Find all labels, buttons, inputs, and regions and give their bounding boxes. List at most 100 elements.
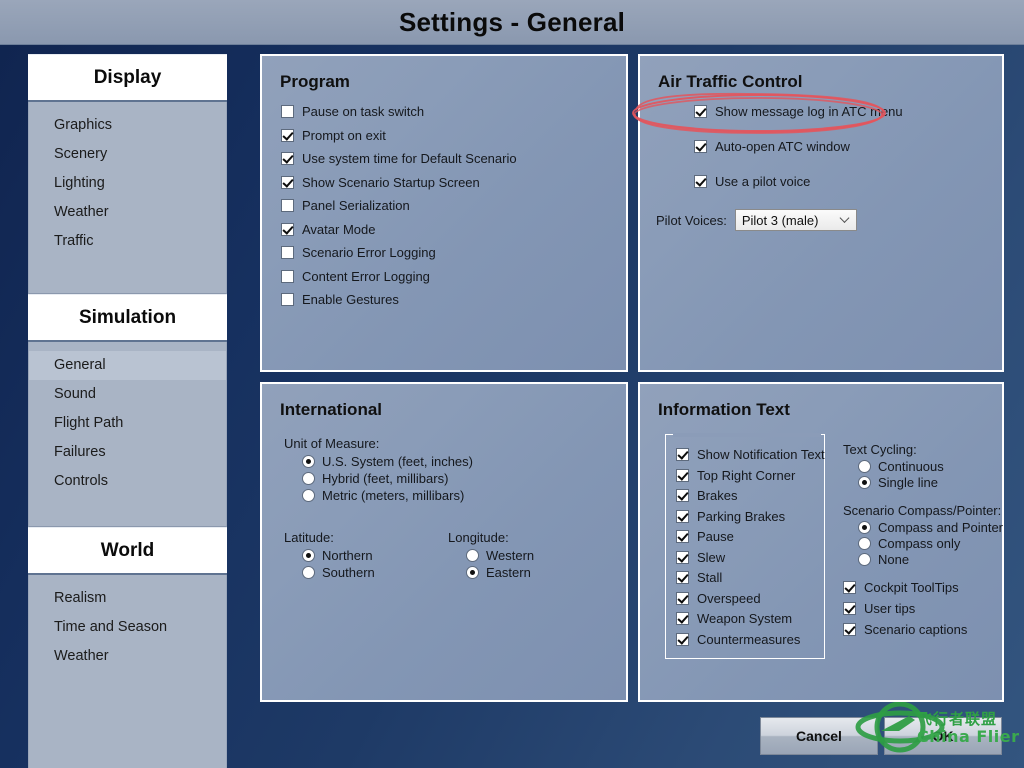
checkbox-icon[interactable] [694, 140, 707, 153]
sidebar-item-flight-path[interactable]: Flight Path [29, 409, 226, 438]
checkbox-icon[interactable] [676, 550, 689, 564]
compass-row[interactable]: Compass and Pointer [858, 520, 1003, 535]
sidebar-item-traffic[interactable]: Traffic [29, 227, 226, 256]
nav-header-simulation[interactable]: Simulation [28, 294, 227, 342]
sidebar-item-graphics[interactable]: Graphics [29, 111, 226, 140]
atc-checkbox-row[interactable]: Use a pilot voice [694, 174, 1002, 189]
unit-of-measure-row[interactable]: Hybrid (feet, millibars) [302, 471, 626, 486]
checkbox-icon[interactable] [281, 293, 294, 306]
checkbox-icon[interactable] [676, 489, 689, 502]
sidebar-item-sound[interactable]: Sound [29, 380, 226, 409]
nav-group-simulation: Simulation General Sound Flight Path Failure… [28, 294, 227, 527]
checkbox-icon[interactable] [676, 632, 689, 646]
sidebar-item-general[interactable]: General [29, 351, 226, 380]
program-checkbox-row[interactable]: Avatar Mode [281, 222, 626, 237]
compass-row[interactable]: Compass only [858, 536, 1003, 551]
radio-icon[interactable] [858, 537, 871, 550]
checkbox-icon[interactable] [281, 246, 294, 259]
checkbox-icon[interactable] [843, 623, 856, 636]
sidebar-item-controls[interactable]: Controls [29, 467, 226, 496]
notification-checkbox-row[interactable]: Top Right Corner [676, 468, 808, 483]
compass-row[interactable]: None [858, 552, 1003, 567]
longitude-row[interactable]: Eastern [466, 565, 612, 580]
radio-icon[interactable] [858, 460, 871, 473]
program-checkbox-row[interactable]: Prompt on exit [281, 128, 626, 143]
nav-header-world[interactable]: World [28, 527, 227, 575]
notification-checkbox-row[interactable]: Slew [676, 550, 808, 565]
checkbox-icon[interactable] [281, 222, 294, 236]
atc-checkbox-row[interactable]: Show message log in ATC menu [694, 104, 1002, 119]
checkbox-icon[interactable] [694, 105, 707, 118]
longitude-column: Longitude: Western Eastern [448, 530, 612, 582]
notification-checkbox-label: Countermeasures [697, 631, 801, 647]
checkbox-icon[interactable] [676, 571, 689, 584]
info-extra-checkbox-label: Scenario captions [864, 622, 968, 637]
program-checkbox-row[interactable]: Panel Serialization [281, 198, 626, 213]
checkbox-icon[interactable] [281, 105, 294, 118]
info-extra-checkbox-row[interactable]: User tips [843, 601, 1003, 616]
pilot-voices-select[interactable]: Pilot 3 (male) [734, 209, 857, 231]
program-checkbox-row[interactable]: Use system time for Default Scenario [281, 151, 626, 166]
checkbox-icon[interactable] [281, 199, 294, 212]
radio-icon[interactable] [302, 566, 315, 579]
sidebar-item-failures[interactable]: Failures [29, 438, 226, 467]
notification-checkbox-row[interactable]: Pause [676, 529, 808, 544]
program-checkbox-row[interactable]: Show Scenario Startup Screen [281, 175, 626, 190]
atc-checkbox-row[interactable]: Auto-open ATC window [694, 139, 1002, 154]
checkbox-icon[interactable] [676, 591, 689, 605]
notification-checkbox-row[interactable]: Countermeasures [676, 632, 808, 647]
checkbox-icon[interactable] [281, 128, 294, 142]
sidebar-item-time-and-season[interactable]: Time and Season [29, 613, 226, 642]
radio-icon[interactable] [858, 553, 871, 566]
notification-checkbox-label: Parking Brakes [697, 508, 786, 524]
sidebar-item-weather[interactable]: Weather [29, 642, 226, 671]
program-checkbox-row[interactable]: Content Error Logging [281, 269, 626, 284]
radio-icon[interactable] [302, 549, 315, 562]
checkbox-icon[interactable] [676, 468, 689, 482]
radio-icon[interactable] [466, 566, 479, 579]
checkbox-icon[interactable] [676, 448, 689, 461]
notification-checkbox-row[interactable]: Overspeed [676, 591, 808, 606]
longitude-row[interactable]: Western [466, 548, 612, 563]
checkbox-icon[interactable] [843, 581, 856, 594]
checkbox-icon[interactable] [281, 152, 294, 165]
nav-header-display[interactable]: Display [28, 54, 227, 102]
sidebar-item-realism[interactable]: Realism [29, 584, 226, 613]
unit-of-measure-row[interactable]: Metric (meters, millibars) [302, 488, 626, 503]
notification-checkbox-row[interactable]: Brakes [676, 488, 808, 503]
sidebar-item-lighting[interactable]: Lighting [29, 169, 226, 198]
radio-icon[interactable] [302, 472, 315, 485]
checkbox-icon[interactable] [694, 175, 707, 188]
radio-icon[interactable] [858, 521, 871, 534]
radio-icon[interactable] [466, 549, 479, 562]
info-extra-checkbox-row[interactable]: Scenario captions [843, 622, 1003, 637]
program-checkbox-row[interactable]: Pause on task switch [281, 104, 626, 119]
notification-checkbox-row[interactable]: Show Notification Text [676, 447, 825, 462]
latitude-row[interactable]: Southern [302, 565, 448, 580]
cancel-button[interactable]: Cancel [760, 717, 878, 755]
notification-checkbox-row[interactable]: Weapon System [676, 611, 808, 626]
radio-icon[interactable] [858, 476, 871, 489]
chevron-down-icon [839, 213, 850, 223]
checkbox-icon[interactable] [676, 509, 689, 523]
sidebar-item-weather[interactable]: Weather [29, 198, 226, 227]
radio-icon[interactable] [302, 489, 315, 502]
info-extra-checkbox-row[interactable]: Cockpit ToolTips [843, 580, 1003, 595]
checkbox-icon[interactable] [676, 612, 689, 625]
radio-icon[interactable] [302, 455, 315, 468]
latitude-row[interactable]: Northern [302, 548, 448, 563]
notification-checkbox-row[interactable]: Parking Brakes [676, 509, 808, 524]
sidebar-item-scenery[interactable]: Scenery [29, 140, 226, 169]
checkbox-icon[interactable] [281, 175, 294, 189]
text-cycling-row[interactable]: Continuous [858, 459, 1003, 474]
text-cycling-row[interactable]: Single line [858, 475, 1003, 490]
checkbox-icon[interactable] [281, 269, 294, 283]
unit-of-measure-row[interactable]: U.S. System (feet, inches) [302, 454, 626, 469]
ok-button[interactable]: OK [884, 717, 1002, 755]
checkbox-icon[interactable] [676, 530, 689, 543]
notification-checkbox-row[interactable]: Stall [676, 570, 808, 585]
program-checkbox-row[interactable]: Enable Gestures [281, 292, 626, 307]
checkbox-icon[interactable] [843, 602, 856, 615]
program-checkbox-row[interactable]: Scenario Error Logging [281, 245, 626, 260]
sidebar: Display Graphics Scenery Lighting Weather Tra… [28, 54, 227, 768]
